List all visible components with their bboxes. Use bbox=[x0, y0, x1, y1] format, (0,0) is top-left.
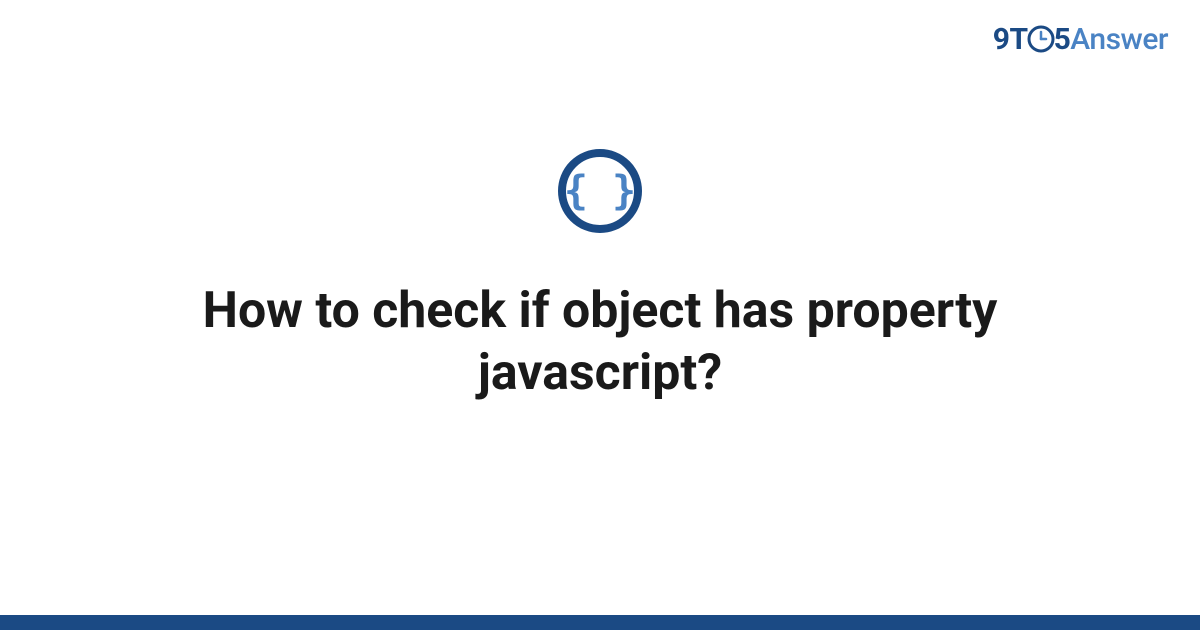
question-title: How to check if object has property java… bbox=[150, 280, 1050, 405]
footer-accent-bar bbox=[0, 615, 1200, 630]
curly-braces-icon: { } bbox=[555, 146, 645, 240]
svg-text:{ }: { } bbox=[564, 168, 636, 214]
main-content: { } How to check if object has property … bbox=[0, 0, 1200, 630]
